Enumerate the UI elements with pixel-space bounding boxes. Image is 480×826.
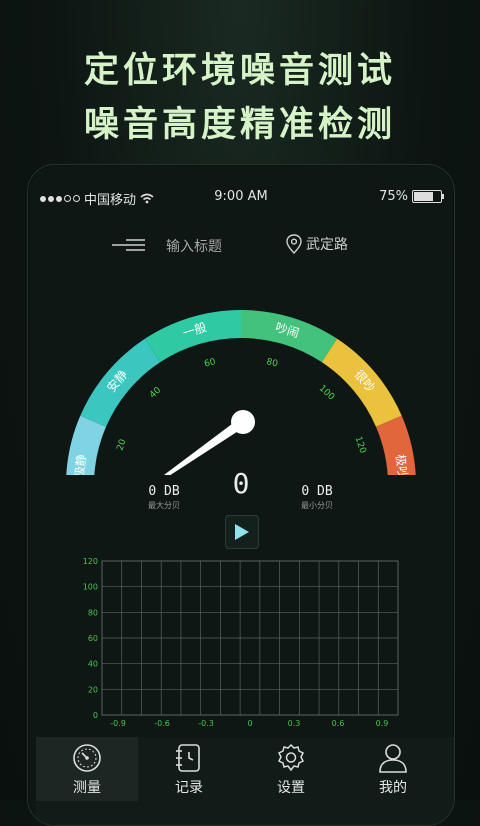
tab-mine-label: 我的	[379, 780, 407, 796]
title-input[interactable]: 输入标题	[166, 236, 222, 256]
decibel-gauge: 极静安静一般吵闹很吵极吵020406080100120140	[66, 310, 416, 475]
graph-y-tick: 60	[88, 634, 98, 643]
graph-y-tick: 0	[93, 711, 98, 720]
gauge-tick-label: 80	[265, 357, 279, 370]
current-decibel-value: 0	[232, 467, 250, 500]
tab-settings-label: 设置	[277, 780, 305, 796]
tab-records-label: 记录	[175, 780, 203, 796]
location-button[interactable]: 武定路	[286, 234, 348, 254]
gauge-tick-label: 20	[115, 438, 128, 452]
graph-x-tick: 0	[247, 719, 252, 728]
menu-icon[interactable]	[112, 237, 146, 253]
noise-graph: 120 100 80 60 40 20 0 -0.9 -0.6 -0.3 0 0.3 0.6 0.9	[83, 557, 399, 728]
graph-x-tick: -0.9	[110, 719, 126, 728]
gauge-tick-label: 120	[352, 435, 367, 455]
gear-icon	[277, 743, 305, 772]
gauge-hub	[231, 410, 255, 434]
tab-bar: 测量 记录 设置 我的	[36, 737, 454, 825]
tab-records[interactable]: 记录	[138, 737, 240, 801]
gauge-icon	[73, 744, 101, 772]
min-decibel-label: 最小分贝	[301, 501, 333, 510]
graph-x-tick: 0.6	[332, 719, 345, 728]
play-icon	[235, 524, 249, 540]
user-icon	[379, 744, 407, 773]
location-label: 武定路	[306, 237, 348, 253]
graph-y-tick: 80	[88, 608, 98, 617]
tab-mine[interactable]: 我的	[342, 737, 444, 801]
notebook-icon	[176, 744, 200, 772]
graph-y-tick: 120	[83, 557, 98, 566]
headline-line2: 噪音高度精准检测	[83, 105, 396, 145]
graph-x-tick: 0.9	[376, 719, 389, 728]
readout: 0 DB 最大分贝 0 0 DB 最小分贝	[28, 465, 454, 515]
gauge-tick-label: 40	[148, 385, 163, 400]
location-pin-icon	[286, 234, 302, 254]
graph-x-tick: 0.3	[288, 719, 301, 728]
play-button[interactable]	[225, 515, 259, 549]
tab-measure-label: 测量	[73, 780, 101, 796]
phone-frame: 中国移动 9:00 AM 75% 输入标题 武定路 极静 安静 一般 吵闹 很吵…	[27, 164, 455, 826]
gauge-tick-label: 60	[203, 357, 217, 370]
max-decibel-label: 最大分贝	[148, 501, 180, 510]
min-decibel-value: 0 DB	[301, 484, 333, 499]
gauge-tick-label: 100	[317, 383, 337, 402]
tab-settings[interactable]: 设置	[240, 737, 342, 801]
graph-x-tick: -0.3	[198, 719, 214, 728]
top-bar: 输入标题 武定路	[28, 233, 454, 259]
battery-percent: 75%	[379, 189, 408, 204]
graph-x-tick: -0.6	[154, 719, 170, 728]
graph-y-tick: 100	[83, 583, 98, 592]
headline-line1: 定位环境噪音测试	[83, 51, 396, 91]
min-decibel: 0 DB 最小分贝	[277, 484, 357, 511]
status-bar: 中国移动 9:00 AM 75%	[40, 189, 444, 208]
tab-measure[interactable]: 测量	[36, 737, 138, 801]
battery-icon	[412, 190, 444, 203]
graph-y-tick: 40	[88, 660, 98, 669]
graph-y-tick: 20	[88, 685, 98, 694]
